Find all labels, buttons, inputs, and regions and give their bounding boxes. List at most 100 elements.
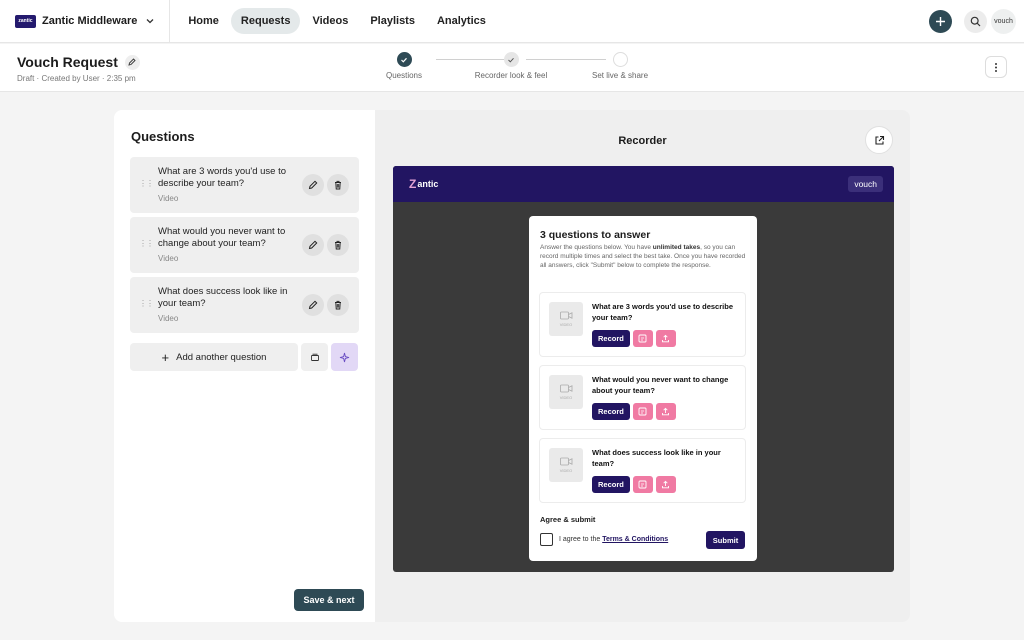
- preview-header: Z antic vouch: [393, 166, 894, 202]
- question-type: Video: [158, 194, 179, 203]
- check-icon: [503, 52, 519, 67]
- step-label: Questions: [385, 71, 423, 80]
- upload-button[interactable]: [655, 403, 676, 420]
- chevron-down-icon: [146, 19, 154, 24]
- trash-icon: [335, 180, 341, 190]
- nav-home[interactable]: Home: [178, 8, 229, 34]
- plus-icon: [936, 17, 945, 26]
- preview-question: VIDEO What does success look like in you…: [539, 438, 746, 503]
- z-logo-icon: Z: [409, 177, 417, 191]
- avatar[interactable]: vouch: [991, 9, 1016, 34]
- video-camera-icon: [559, 384, 572, 393]
- delete-question-button[interactable]: [327, 174, 349, 196]
- question-item[interactable]: ⋮⋮ What are 3 words you'd use to describ…: [130, 157, 359, 213]
- note-icon: [638, 407, 647, 416]
- edit-question-button[interactable]: [302, 234, 324, 256]
- question-item[interactable]: ⋮⋮ What would you never want to change a…: [130, 217, 359, 273]
- questions-heading: Questions: [131, 129, 195, 144]
- step-set-live[interactable]: Set live & share: [575, 52, 665, 80]
- question-list: ⋮⋮ What are 3 words you'd use to describ…: [130, 157, 359, 337]
- upload-button[interactable]: [655, 476, 676, 493]
- top-nav: zantic Zantic Middleware Home Requests V…: [0, 0, 1024, 43]
- agree-heading: Agree & submit: [540, 515, 596, 524]
- recorder-title: Recorder: [618, 135, 667, 147]
- step-recorder-look[interactable]: Recorder look & feel: [466, 52, 556, 80]
- more-options-button[interactable]: [985, 56, 1007, 78]
- edit-question-button[interactable]: [302, 294, 324, 316]
- submit-button[interactable]: Submit: [706, 531, 745, 549]
- note-icon: [638, 480, 647, 489]
- preview-logo-text: antic: [417, 179, 439, 189]
- nav-playlists[interactable]: Playlists: [360, 8, 425, 34]
- nav-analytics[interactable]: Analytics: [427, 8, 496, 34]
- question-text: What would you never want to change abou…: [158, 226, 286, 249]
- record-button[interactable]: Record: [592, 330, 630, 347]
- video-thumbnail: VIDEO: [549, 375, 583, 409]
- empty-circle-icon: [612, 52, 628, 67]
- question-library-button[interactable]: [301, 343, 328, 371]
- question-text: What does success look like in your team…: [158, 286, 288, 309]
- save-next-button[interactable]: Save & next: [294, 589, 364, 611]
- preview-badge: vouch: [848, 176, 883, 192]
- preview-logo: Z antic: [409, 177, 438, 191]
- plus-icon: +: [161, 349, 170, 365]
- preview-question-text: What does success look like in your team…: [592, 448, 721, 468]
- delete-question-button[interactable]: [327, 294, 349, 316]
- preview-question: VIDEO What would you never want to chang…: [539, 365, 746, 430]
- step-label: Set live & share: [591, 71, 649, 80]
- search-button[interactable]: [964, 10, 987, 33]
- page-subtitle: Draft · Created by User · 2:35 pm: [17, 74, 136, 83]
- external-link-icon: [874, 135, 884, 145]
- record-button[interactable]: Record: [592, 476, 630, 493]
- delete-question-button[interactable]: [327, 234, 349, 256]
- check-icon: [396, 52, 412, 67]
- trash-icon: [335, 240, 341, 250]
- search-icon: [970, 16, 981, 27]
- preview-card-title: 3 questions to answer: [540, 229, 651, 241]
- drag-handle-icon[interactable]: ⋮⋮: [139, 179, 154, 188]
- title-bar: Vouch Request Draft · Created by User · …: [0, 44, 1024, 92]
- pencil-icon: [128, 58, 137, 66]
- text-answer-button[interactable]: [632, 330, 653, 347]
- terms-link[interactable]: Terms & Conditions: [602, 536, 668, 543]
- question-item[interactable]: ⋮⋮ What does success look like in your t…: [130, 277, 359, 333]
- edit-question-button[interactable]: [302, 174, 324, 196]
- question-text: What are 3 words you'd use to describe y…: [158, 166, 287, 189]
- brand-logo: zantic: [15, 14, 36, 28]
- upload-button[interactable]: [655, 330, 676, 347]
- upload-icon: [662, 480, 670, 489]
- preview-question: VIDEO What are 3 words you'd use to desc…: [539, 292, 746, 357]
- open-preview-button[interactable]: [865, 126, 893, 154]
- recorder-preview: Z antic vouch 3 questions to answer Answ…: [393, 166, 894, 572]
- nav-requests[interactable]: Requests: [230, 8, 301, 34]
- page-title: Vouch Request: [17, 54, 118, 70]
- create-button[interactable]: [929, 10, 952, 33]
- drag-handle-icon[interactable]: ⋮⋮: [139, 299, 154, 308]
- upload-icon: [662, 334, 670, 343]
- nav-videos[interactable]: Videos: [302, 8, 358, 34]
- add-question-label: Add another question: [176, 351, 267, 363]
- upload-icon: [662, 407, 670, 416]
- ai-generate-button[interactable]: [331, 343, 358, 371]
- video-camera-icon: [559, 457, 572, 466]
- add-question-button[interactable]: + Add another question: [130, 343, 298, 371]
- text-answer-button[interactable]: [632, 403, 653, 420]
- record-button[interactable]: Record: [592, 403, 630, 420]
- preview-description: Answer the questions below. You have unl…: [540, 244, 746, 269]
- agree-checkbox[interactable]: [540, 533, 553, 546]
- main-nav: Home Requests Videos Playlists Analytics: [178, 8, 498, 34]
- video-camera-icon: [559, 311, 572, 320]
- library-icon: [310, 353, 319, 361]
- drag-handle-icon[interactable]: ⋮⋮: [139, 239, 154, 248]
- pencil-icon: [308, 240, 318, 250]
- kebab-icon: [995, 62, 997, 72]
- edit-title-button[interactable]: [124, 54, 140, 70]
- pencil-icon: [308, 180, 318, 190]
- preview-question-text: What are 3 words you'd use to describe y…: [592, 302, 733, 322]
- text-answer-button[interactable]: [632, 476, 653, 493]
- stepper: Questions Recorder look & feel Set live …: [383, 52, 653, 88]
- preview-card: 3 questions to answer Answer the questio…: [529, 216, 757, 561]
- workspace-switcher[interactable]: zantic Zantic Middleware: [15, 0, 171, 43]
- workspace-name: Zantic Middleware: [42, 15, 138, 27]
- step-questions[interactable]: Questions: [359, 52, 449, 80]
